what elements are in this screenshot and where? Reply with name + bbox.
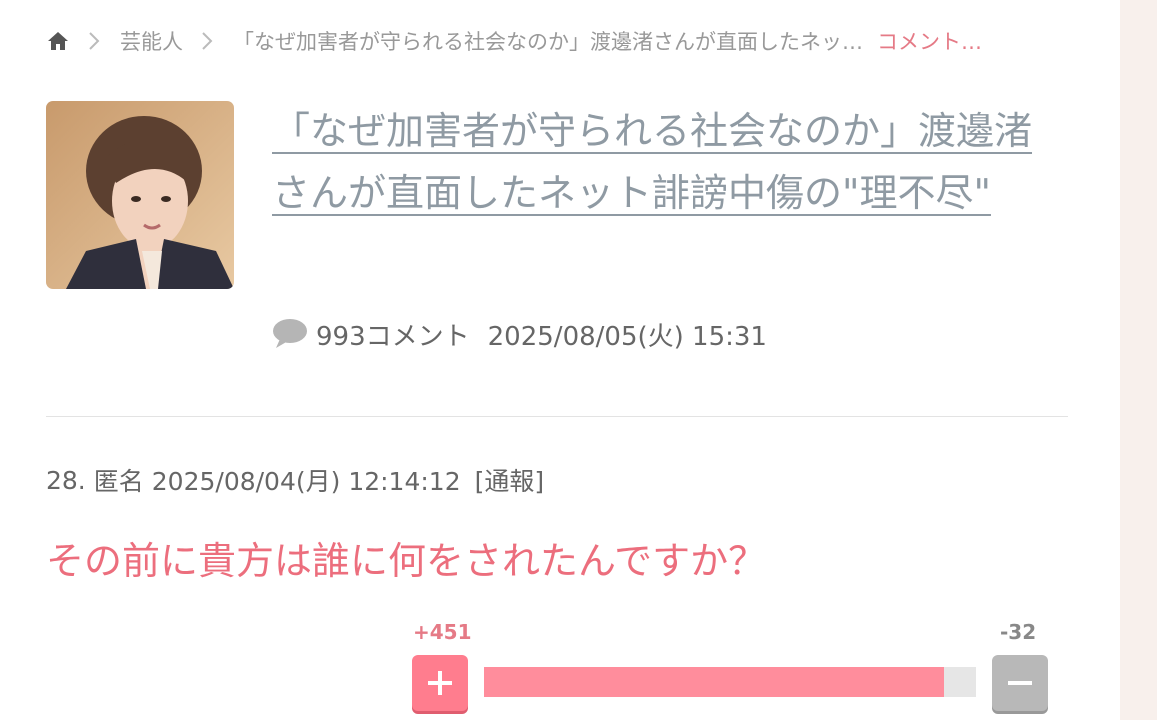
person-photo: [46, 101, 234, 289]
vote-ratio-bar: [484, 667, 976, 697]
article-date: 2025/08/05(火) 15:31: [487, 321, 767, 352]
vote-ratio-fill: [484, 667, 944, 697]
chevron-right-icon: [202, 32, 213, 50]
home-icon[interactable]: [46, 29, 70, 53]
breadcrumb-current: コメント…: [877, 30, 982, 54]
comment-author: 匿名: [93, 467, 144, 496]
article-meta: 993コメント 2025/08/05(火) 15:31: [272, 314, 767, 354]
comment-header: 28. 匿名 2025/08/04(月) 12:14:12 [通報]: [46, 460, 552, 500]
breadcrumb-category[interactable]: 芸能人: [120, 26, 183, 56]
breadcrumb-article[interactable]: 「なぜ加害者が守られる社会なのか」渡邊渚さんが直面したネッ…: [233, 26, 863, 56]
report-link[interactable]: [通報]: [475, 462, 545, 498]
plus-vote-button[interactable]: [412, 655, 468, 711]
comment-count: 993コメント: [316, 321, 470, 352]
chevron-right-icon: [89, 32, 100, 50]
minus-vote-button[interactable]: [992, 655, 1048, 711]
plus-vote-count: +451: [413, 620, 472, 644]
divider: [46, 416, 1068, 417]
side-panel: [1120, 0, 1157, 720]
speech-bubble-icon: [273, 319, 307, 348]
plus-icon: [428, 671, 452, 695]
comment-number: 28.: [46, 465, 86, 495]
article-thumbnail[interactable]: [46, 101, 234, 289]
minus-icon: [1008, 681, 1032, 685]
minus-vote-count: -32: [1000, 620, 1037, 644]
comment-body: その前に貴方は誰に何をされたんですか？: [46, 539, 767, 583]
article-title-link[interactable]: 「なぜ加害者が守られる社会なのか」渡邊渚さんが直面したネット誹謗中傷の"理不尽": [272, 100, 1062, 224]
comment-datetime: 2025/08/04(月) 12:14:12: [151, 467, 461, 496]
breadcrumb: 芸能人 「なぜ加害者が守られる社会なのか」渡邊渚さんが直面したネッ… コメント…: [46, 24, 1046, 58]
